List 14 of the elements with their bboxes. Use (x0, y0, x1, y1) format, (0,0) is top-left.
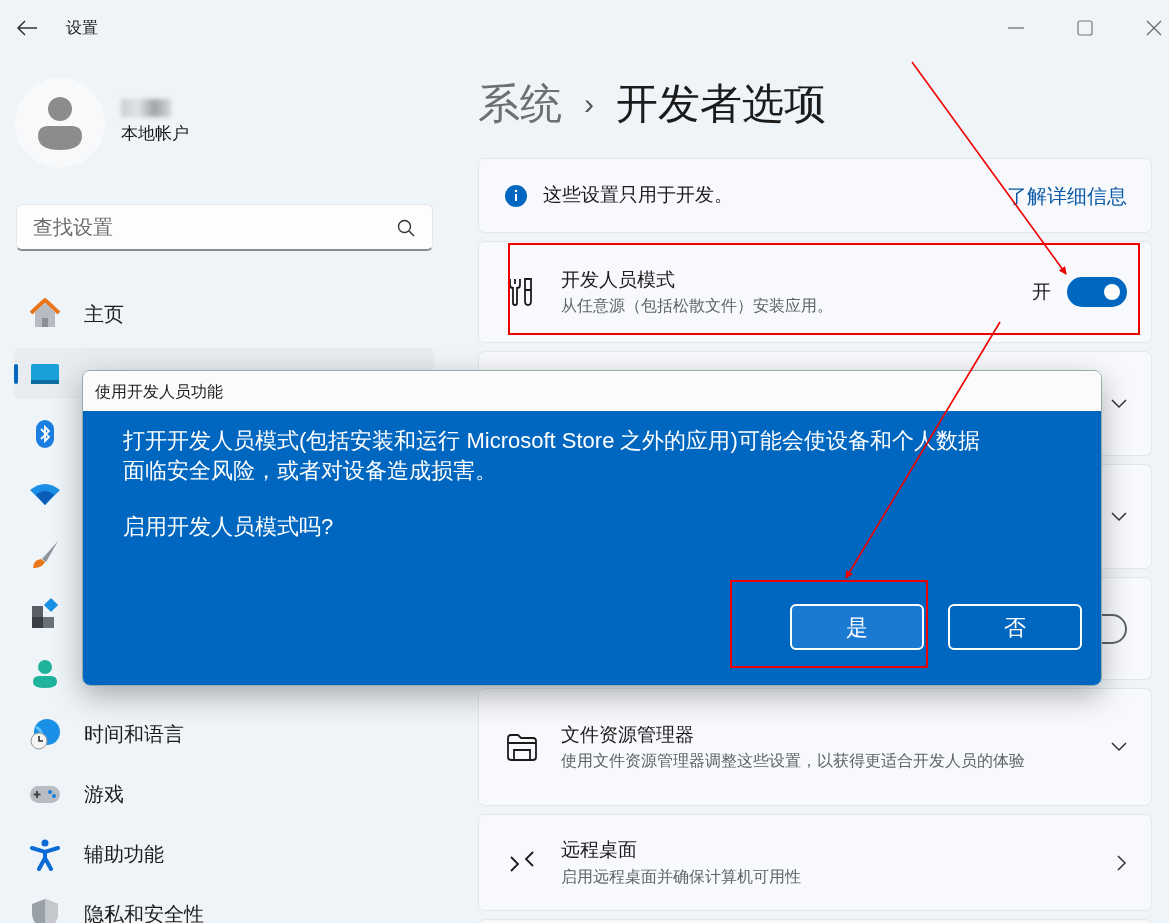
toggle-state: 开 (1032, 279, 1051, 304)
window-title: 设置 (66, 17, 98, 38)
dialog-question: 启用开发人员模式吗? (123, 513, 334, 541)
breadcrumb-separator: › (584, 86, 594, 122)
setting-title: 文件资源管理器 (561, 722, 695, 747)
setting-description: 从任意源（包括松散文件）安装应用。 (561, 296, 833, 317)
account-type: 本地帐户 (121, 123, 189, 146)
page-title: 开发者选项 (616, 79, 826, 129)
setting-title: 开发人员模式 (561, 267, 676, 292)
setting-description: 启用远程桌面并确保计算机可用性 (561, 866, 801, 887)
setting-description: 使用文件资源管理器调整这些设置，以获得更适合开发人员的体验 (561, 751, 1025, 772)
setting-title: 远程桌面 (561, 838, 638, 863)
info-text: 这些设置只用于开发。 (543, 183, 733, 208)
dialog-title: 使用开发人员功能 (83, 371, 1101, 411)
